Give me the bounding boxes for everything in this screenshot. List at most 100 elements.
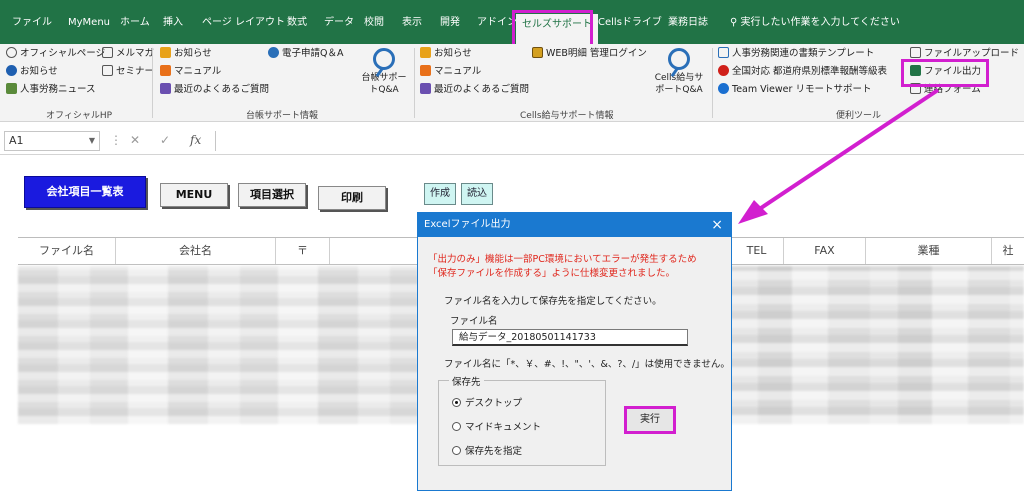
tab-work-diary[interactable]: 業務日誌	[668, 14, 708, 32]
teamviewer-item[interactable]: Team Viewer リモートサポート	[718, 82, 871, 98]
ribbon: オフィシャルページ メルマガ お知らせ セミナー 人事労務ニュース オフィシャル…	[0, 44, 1024, 122]
blurred-data-rows	[18, 266, 418, 424]
blurred-data-rows-right	[730, 266, 1024, 424]
manual-icon	[420, 65, 431, 76]
tab-cells-support[interactable]: セルズサポート	[516, 14, 598, 44]
globe-icon	[6, 47, 17, 58]
hr-templates-item[interactable]: 人事労務関連の書類テンプレート	[718, 46, 874, 62]
seminar-icon	[102, 65, 113, 76]
group-label-official: オフィシャルHP	[46, 111, 113, 121]
tab-mymenu[interactable]: MyMenu	[68, 14, 110, 32]
mailmag-item[interactable]: メルマガ	[102, 46, 154, 62]
chevron-down-icon: ▼	[88, 136, 95, 145]
radio-my-documents[interactable]: マイドキュメント	[452, 419, 541, 433]
seminar-item[interactable]: セミナー	[102, 64, 154, 80]
form-icon	[910, 83, 921, 94]
pref-grade-table-item[interactable]: 全国対応 都道府県別標準報酬等級表	[718, 64, 904, 80]
print-button[interactable]: 印刷	[318, 186, 386, 210]
header-industry: 業種	[866, 238, 992, 264]
tab-addins[interactable]: アドイン	[477, 14, 517, 32]
close-icon[interactable]: ×	[711, 213, 723, 237]
menu-button[interactable]: MENU	[160, 183, 228, 207]
notice-icon	[420, 47, 431, 58]
header-extra: 社	[1002, 244, 1014, 257]
tab-developer[interactable]: 開発	[440, 14, 460, 32]
daicho-faq-item[interactable]: 最近のよくあるご質問	[160, 82, 269, 98]
faq-icon	[160, 83, 171, 94]
warning-line-2: 「保存ファイルを作成する」ように仕様変更されました。	[428, 268, 676, 279]
execute-button[interactable]: 実行	[624, 406, 676, 434]
name-box[interactable]: A1 ▼	[4, 131, 100, 151]
contact-form-item[interactable]: 連絡フォーム	[910, 82, 981, 98]
e-application-qa-item[interactable]: 電子申請Q＆A	[268, 46, 343, 62]
header-fax: FAX	[784, 238, 866, 264]
japan-map-icon	[718, 65, 729, 76]
tab-home[interactable]: ホーム	[120, 14, 150, 32]
group-label-cells: Cells給与サポート情報	[520, 111, 614, 121]
instruction-text: ファイル名を入力して保存先を指定してください。	[444, 296, 662, 307]
official-news-item[interactable]: お知らせ	[6, 64, 58, 80]
tab-file[interactable]: ファイル	[12, 14, 52, 32]
tab-cells-drive[interactable]: Cellsドライブ	[598, 14, 662, 32]
tab-data[interactable]: データ	[324, 14, 354, 32]
tell-me-search[interactable]: ⚲ 実行したい作業を入力してください	[730, 14, 900, 32]
cells-manual-item[interactable]: マニュアル	[420, 64, 481, 80]
header-tel: TEL	[730, 238, 784, 264]
excel-file-output-dialog: Excelファイル出力 × 「出力のみ」機能は一部PC環境においてエラーが発生す…	[417, 212, 732, 491]
header-postal: 〒	[276, 238, 330, 264]
destination-legend: 保存先	[449, 374, 484, 388]
file-output-item[interactable]: ファイル出力	[910, 64, 981, 80]
more-icon: ⋮	[110, 133, 122, 147]
ribbon-separator	[414, 48, 415, 118]
cells-faq-item[interactable]: 最近のよくあるご質問	[420, 82, 529, 98]
notice-icon	[160, 47, 171, 58]
radio-selected-icon	[452, 398, 461, 407]
cells-news-item[interactable]: お知らせ	[420, 46, 472, 62]
radio-desktop[interactable]: デスクトップ	[452, 395, 522, 409]
e-application-icon	[268, 47, 279, 58]
magnifier-icon	[668, 48, 690, 70]
group-label-daicho: 台帳サポート情報	[246, 111, 319, 121]
filename-input[interactable]: 給与データ_20180501141733	[452, 329, 688, 346]
people-icon	[6, 83, 17, 94]
group-label-tools: 便利ツール	[836, 111, 882, 121]
faq-icon	[420, 83, 431, 94]
radio-unselected-icon	[452, 422, 461, 431]
tab-formulas[interactable]: 数式	[287, 14, 307, 32]
tab-view[interactable]: 表示	[402, 14, 422, 32]
official-page-item[interactable]: オフィシャルページ	[6, 46, 105, 62]
tab-review[interactable]: 校閲	[364, 14, 384, 32]
item-select-button[interactable]: 項目選択	[238, 183, 306, 207]
search-icon: ⚲	[730, 17, 738, 28]
company-list-button[interactable]: 会社項目一覧表	[24, 176, 146, 208]
arrow-head	[738, 200, 768, 224]
ribbon-separator	[712, 48, 713, 118]
cancel-icon[interactable]: ✕	[130, 133, 140, 147]
hr-news-item[interactable]: 人事労務ニュース	[6, 82, 96, 98]
daicho-news-item[interactable]: お知らせ	[160, 46, 212, 62]
header-company-name: 会社名	[116, 238, 276, 264]
tab-page-layout[interactable]: ページ レイアウト	[202, 14, 285, 32]
fx-icon[interactable]: fx	[190, 133, 201, 147]
teamviewer-icon	[718, 83, 729, 94]
cells-qa-button[interactable]: Cells給与サポートQ&A	[652, 48, 706, 96]
radio-unselected-icon	[452, 446, 461, 455]
create-button[interactable]: 作成	[424, 183, 456, 205]
dialog-title: Excelファイル出力	[418, 213, 731, 237]
ribbon-tab-bar: ファイル MyMenu ホーム 挿入 ページ レイアウト 数式 データ 校閲 表…	[0, 0, 1024, 44]
radio-choose-destination[interactable]: 保存先を指定	[452, 443, 522, 457]
excel-icon	[910, 65, 921, 76]
ribbon-separator	[152, 48, 153, 118]
check-icon[interactable]: ✓	[160, 133, 170, 147]
daicho-qa-button[interactable]: 台帳サポートQ&A	[360, 48, 408, 96]
info-icon	[6, 65, 17, 76]
manual-icon	[160, 65, 171, 76]
web-statement-icon	[532, 47, 543, 58]
tab-insert[interactable]: 挿入	[163, 14, 183, 32]
daicho-manual-item[interactable]: マニュアル	[160, 64, 221, 80]
header-filename: ファイル名	[18, 238, 116, 264]
load-button[interactable]: 読込	[461, 183, 493, 205]
formula-input[interactable]	[215, 131, 1020, 151]
web-statement-login-item[interactable]: WEB明細 管理ログイン	[532, 46, 647, 62]
file-upload-item[interactable]: ファイルアップロード	[910, 46, 1019, 62]
